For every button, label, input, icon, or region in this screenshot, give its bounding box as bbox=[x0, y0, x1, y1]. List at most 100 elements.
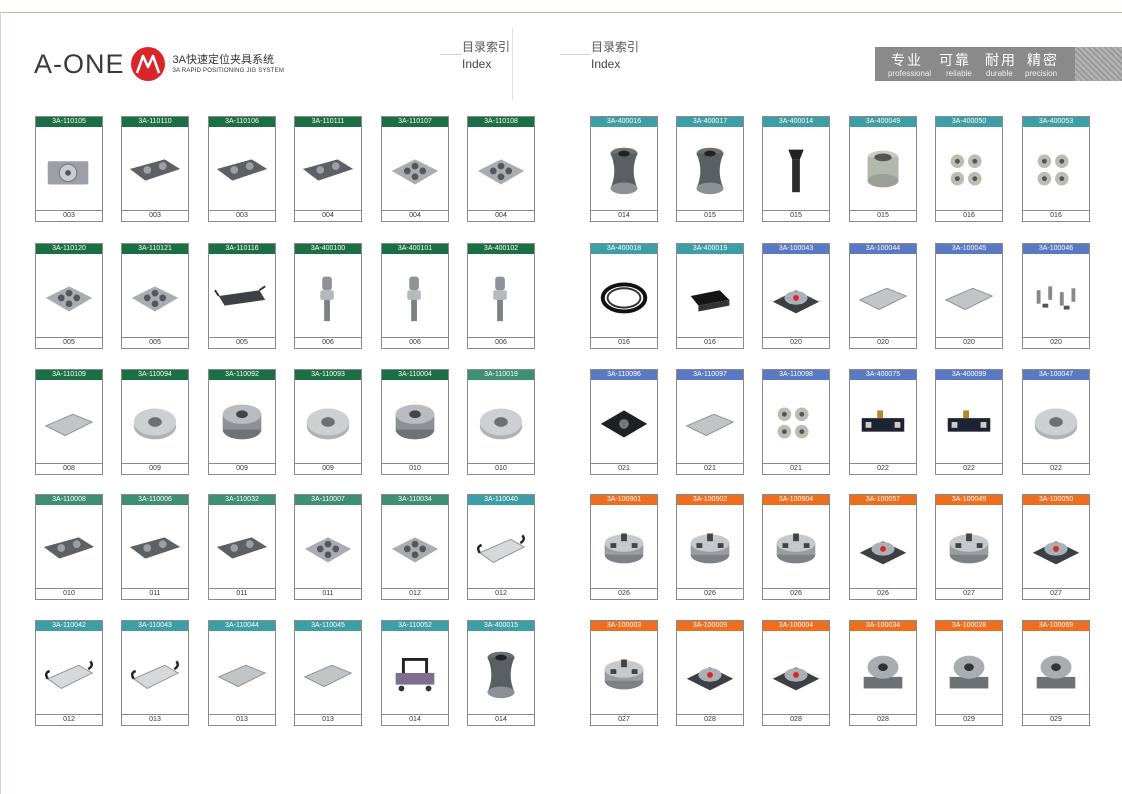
product-card[interactable]: 3A-400075 022 bbox=[849, 369, 917, 475]
product-card[interactable]: 3A-110097 021 bbox=[676, 369, 744, 475]
round-disc-icon bbox=[472, 384, 530, 460]
product-card[interactable]: 3A-110111 004 bbox=[294, 116, 362, 222]
product-card[interactable]: 3A-110006 011 bbox=[121, 494, 189, 600]
vise-icon bbox=[940, 384, 998, 460]
product-card[interactable]: 3A-100902 026 bbox=[676, 494, 744, 600]
product-card[interactable]: 3A-100034 028 bbox=[849, 620, 917, 726]
product-card[interactable]: 3A-100028 029 bbox=[935, 620, 1003, 726]
product-card[interactable]: 3A-110044 013 bbox=[208, 620, 276, 726]
product-card[interactable]: 3A-400014 015 bbox=[762, 116, 830, 222]
pin-set-icon bbox=[1027, 258, 1085, 334]
index-heading-left: 目录索引 Index bbox=[462, 38, 510, 71]
page-number: 013 bbox=[295, 714, 361, 725]
product-card[interactable]: 3A-110034 012 bbox=[381, 494, 449, 600]
product-card[interactable]: 3A-110042 012 bbox=[35, 620, 103, 726]
product-card[interactable]: 3A-110098 021 bbox=[762, 369, 830, 475]
product-card[interactable]: 3A-100046 020 bbox=[1022, 243, 1090, 349]
product-code: 3A-110008 bbox=[36, 495, 102, 505]
product-card[interactable]: 3A-110019 010 bbox=[467, 369, 535, 475]
product-card[interactable]: 3A-100904 026 bbox=[762, 494, 830, 600]
product-card[interactable]: 3A-110107 004 bbox=[381, 116, 449, 222]
product-card[interactable]: 3A-400099 022 bbox=[935, 369, 1003, 475]
product-card[interactable]: 3A-110032 011 bbox=[208, 494, 276, 600]
square-plate-icon bbox=[386, 509, 444, 585]
flat-plate-icon bbox=[854, 258, 912, 334]
product-card[interactable]: 3A-100901 026 bbox=[590, 494, 658, 600]
product-card[interactable]: 3A-100009 028 bbox=[676, 620, 744, 726]
chuck-base-icon bbox=[681, 635, 739, 711]
page-number: 010 bbox=[36, 588, 102, 599]
product-card[interactable]: 3A-400102 006 bbox=[467, 243, 535, 349]
page-number: 029 bbox=[936, 714, 1002, 725]
product-card[interactable]: 3A-110096 021 bbox=[590, 369, 658, 475]
product-card[interactable]: 3A-110007 011 bbox=[294, 494, 362, 600]
product-card[interactable]: 3A-110043 013 bbox=[121, 620, 189, 726]
page-number: 009 bbox=[122, 463, 188, 474]
product-card[interactable]: 3A-110120 005 bbox=[35, 243, 103, 349]
product-card[interactable]: 3A-400049 015 bbox=[849, 116, 917, 222]
page-number: 011 bbox=[295, 588, 361, 599]
product-card[interactable]: 3A-110094 009 bbox=[121, 369, 189, 475]
product-card[interactable]: 3A-100069 029 bbox=[1022, 620, 1090, 726]
product-code: 3A-110043 bbox=[122, 621, 188, 631]
product-card[interactable]: 3A-110052 014 bbox=[381, 620, 449, 726]
product-code: 3A-100044 bbox=[850, 244, 916, 254]
square-plate-icon bbox=[386, 131, 444, 207]
product-card[interactable]: 3A-110008 010 bbox=[35, 494, 103, 600]
product-code: 3A-110111 bbox=[295, 117, 361, 127]
product-card[interactable]: 3A-400015 014 bbox=[467, 620, 535, 726]
product-code: 3A-100050 bbox=[1023, 495, 1089, 505]
product-card[interactable]: 3A-400053 016 bbox=[1022, 116, 1090, 222]
page-number: 026 bbox=[591, 588, 657, 599]
product-card[interactable]: 3A-100004 028 bbox=[762, 620, 830, 726]
product-card[interactable]: 3A-100003 027 bbox=[590, 620, 658, 726]
handle-plate-icon bbox=[40, 635, 98, 711]
tagline-cn: 3A快速定位夹具系统 bbox=[172, 53, 274, 66]
three-jaw-chuck-icon bbox=[595, 635, 653, 711]
handle-plate-icon bbox=[472, 509, 530, 585]
product-code: 3A-110044 bbox=[209, 621, 275, 631]
product-card[interactable]: 3A-110106 003 bbox=[208, 116, 276, 222]
index-heading-cn: 目录索引 bbox=[591, 40, 640, 54]
product-card[interactable]: 3A-110004 010 bbox=[381, 369, 449, 475]
slogan-en: precision bbox=[1025, 69, 1058, 78]
product-card[interactable]: 3A-400018 016 bbox=[590, 243, 658, 349]
brand-name: A-ONE bbox=[34, 48, 125, 79]
product-card[interactable]: 3A-110109 008 bbox=[35, 369, 103, 475]
product-card[interactable]: 3A-110045 013 bbox=[294, 620, 362, 726]
product-code: 3A-110109 bbox=[36, 370, 102, 380]
long-plate-icon bbox=[40, 509, 98, 585]
page-number: 028 bbox=[677, 714, 743, 725]
product-card[interactable]: 3A-100049 027 bbox=[935, 494, 1003, 600]
product-card[interactable]: 3A-110121 005 bbox=[121, 243, 189, 349]
product-card[interactable]: 3A-110093 009 bbox=[294, 369, 362, 475]
product-card[interactable]: 3A-400019 016 bbox=[676, 243, 744, 349]
product-card[interactable]: 3A-400016 014 bbox=[590, 116, 658, 222]
product-code: 3A-100009 bbox=[677, 621, 743, 631]
product-card[interactable]: 3A-100050 027 bbox=[1022, 494, 1090, 600]
product-card[interactable]: 3A-110110 003 bbox=[121, 116, 189, 222]
product-card[interactable]: 3A-110092 009 bbox=[208, 369, 276, 475]
product-code: 3A-400100 bbox=[295, 244, 361, 254]
product-card[interactable]: 3A-400100 006 bbox=[294, 243, 362, 349]
product-card[interactable]: 3A-100045 020 bbox=[935, 243, 1003, 349]
page-number: 026 bbox=[763, 588, 829, 599]
product-card[interactable]: 3A-100043 020 bbox=[762, 243, 830, 349]
slogan-cn: 精密 bbox=[1027, 52, 1059, 68]
product-card[interactable]: 3A-100044 020 bbox=[849, 243, 917, 349]
product-card[interactable]: 3A-110116 005 bbox=[208, 243, 276, 349]
product-card[interactable]: 3A-100057 026 bbox=[849, 494, 917, 600]
product-card[interactable]: 3A-400101 006 bbox=[381, 243, 449, 349]
product-card[interactable]: 3A-110108 004 bbox=[467, 116, 535, 222]
spool-icon bbox=[472, 635, 530, 711]
product-card[interactable]: 3A-400017 015 bbox=[676, 116, 744, 222]
product-code: 3A-100902 bbox=[677, 495, 743, 505]
product-card[interactable]: 3A-110105 003 bbox=[35, 116, 103, 222]
chuck-base-icon bbox=[767, 635, 825, 711]
long-plate-icon bbox=[213, 509, 271, 585]
product-card[interactable]: 3A-110040 012 bbox=[467, 494, 535, 600]
page-number: 014 bbox=[382, 714, 448, 725]
product-code: 3A-110107 bbox=[382, 117, 448, 127]
product-card[interactable]: 3A-400050 016 bbox=[935, 116, 1003, 222]
product-card[interactable]: 3A-100047 022 bbox=[1022, 369, 1090, 475]
